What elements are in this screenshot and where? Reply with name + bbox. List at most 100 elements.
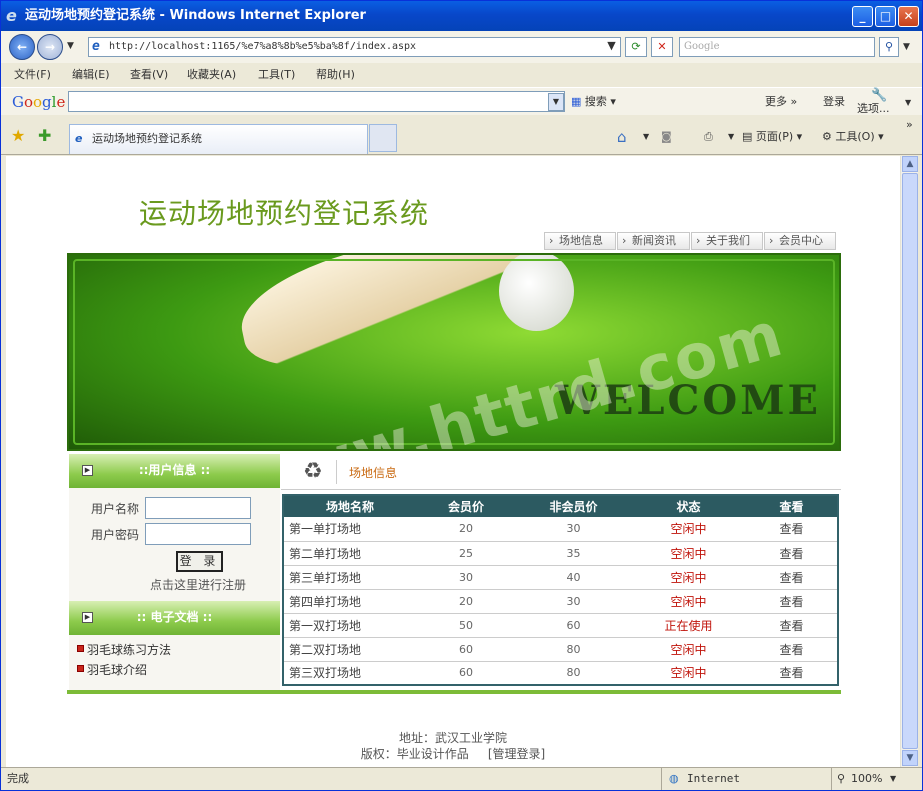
- nav-about[interactable]: 关于我们: [691, 232, 763, 250]
- footer-copyright-line: 版权：毕业设计作品 [管理登录]: [6, 745, 900, 762]
- page-icon: e: [92, 39, 100, 54]
- view-link[interactable]: 查看: [746, 565, 838, 590]
- member-price-cell: 20: [416, 517, 516, 542]
- view-link[interactable]: 查看: [746, 589, 838, 614]
- table-row: 第二双打场地 60 80 空闲中 查看: [283, 637, 838, 662]
- refresh-icon[interactable]: ⟳: [625, 37, 647, 57]
- doc-link-practice[interactable]: 羽毛球练习方法: [77, 641, 171, 658]
- search-icon[interactable]: ⚲: [879, 37, 899, 57]
- page-content: 运动场地预约登记系统 场地信息 新闻资讯 关于我们 会员中心 WELCOME w…: [6, 156, 900, 767]
- back-button[interactable]: ←: [9, 34, 35, 60]
- favorites-star-icon[interactable]: ★: [11, 126, 25, 145]
- google-search-button[interactable]: ▦ 搜索 ▾: [571, 94, 616, 110]
- google-login-button[interactable]: 登录: [823, 94, 845, 110]
- print-dropdown-icon[interactable]: ▼: [728, 129, 734, 145]
- nonmember-price-cell: 80: [516, 661, 631, 686]
- member-price-cell: 50: [416, 613, 516, 638]
- google-logo: Google: [12, 93, 66, 111]
- google-options-button[interactable]: 选项...: [857, 102, 890, 115]
- menu-file[interactable]: 文件(F): [14, 63, 51, 87]
- zoom-icon[interactable]: ⚲: [837, 768, 845, 790]
- nav-member[interactable]: 会员中心: [764, 232, 836, 250]
- address-dropdown-icon[interactable]: ▼: [603, 37, 620, 57]
- close-button[interactable]: ✕: [898, 6, 919, 27]
- register-link[interactable]: 点击这里进行注册: [150, 576, 246, 593]
- table-row: 第三双打场地 60 80 空闲中 查看: [283, 661, 838, 686]
- options-dropdown-icon[interactable]: ▼: [905, 98, 911, 107]
- google-more-button[interactable]: 更多 »: [765, 94, 797, 110]
- tools-menu-label: 工具(O): [835, 130, 875, 143]
- status-bar: 完成 ◍ Internet ⚲ 100% ▼: [1, 767, 922, 790]
- search-input[interactable]: Google: [679, 37, 875, 57]
- stop-icon[interactable]: ✕: [651, 37, 673, 57]
- search-options-icon[interactable]: ▼: [903, 42, 910, 52]
- table-row: 第四单打场地 20 30 空闲中 查看: [283, 589, 838, 614]
- chevron-more-icon[interactable]: »: [906, 117, 913, 133]
- minimize-button[interactable]: _: [852, 6, 873, 27]
- nav-label: 会员中心: [779, 234, 823, 247]
- venue-name-cell: 第二单打场地: [283, 541, 416, 566]
- tab-current[interactable]: e 运动场地预约登记系统: [69, 124, 368, 154]
- nav-label: 关于我们: [706, 234, 750, 247]
- view-link[interactable]: 查看: [746, 541, 838, 566]
- login-button[interactable]: 登 录: [176, 551, 223, 572]
- zoom-dropdown-icon[interactable]: ▼: [890, 768, 896, 790]
- site-title: 运动场地预约登记系统: [139, 197, 430, 230]
- print-icon[interactable]: ⎙: [704, 129, 713, 145]
- view-link[interactable]: 查看: [746, 517, 838, 542]
- vertical-scrollbar[interactable]: ▲ ▼: [900, 156, 918, 767]
- scroll-thumb[interactable]: [902, 173, 918, 749]
- menu-tools[interactable]: 工具(T): [258, 63, 295, 87]
- page-icon-small: ▤: [742, 130, 753, 143]
- venue-panel-header: ♻ 场地信息: [281, 454, 841, 490]
- forward-button[interactable]: →: [37, 34, 63, 60]
- venue-panel: ♻ 场地信息 场地名称 会员价 非会员价 状态 查看 第一单打场地 20 30 空闲中…: [281, 454, 841, 690]
- box-toggle-icon: ▶: [82, 465, 93, 476]
- maximize-button[interactable]: □: [875, 6, 896, 27]
- table-row: 第三单打场地 30 40 空闲中 查看: [283, 565, 838, 590]
- address-bar[interactable]: e http://localhost:1165/%e7%a8%8b%e5%ba%…: [88, 37, 621, 57]
- venue-name-cell: 第一双打场地: [283, 613, 416, 638]
- google-g-icon: ▦: [571, 95, 582, 108]
- menu-edit[interactable]: 编辑(E): [72, 63, 110, 87]
- status-divider: [831, 768, 832, 790]
- scroll-down-button[interactable]: ▼: [902, 750, 918, 766]
- wrench-icon[interactable]: 🔧: [871, 88, 887, 103]
- home-icon[interactable]: ⌂: [617, 129, 627, 145]
- page-menu-label: 页面(P): [755, 130, 794, 143]
- nav-label: 场地信息: [559, 234, 603, 247]
- home-dropdown-icon[interactable]: ▼: [643, 129, 649, 145]
- view-link[interactable]: 查看: [746, 613, 838, 638]
- menu-view[interactable]: 查看(V): [130, 63, 168, 87]
- col-view: 查看: [746, 495, 838, 517]
- zoom-level[interactable]: 100%: [851, 768, 882, 790]
- password-input[interactable]: [145, 523, 251, 545]
- history-dropdown-icon[interactable]: ▼: [67, 41, 74, 51]
- google-search-input[interactable]: [68, 91, 565, 112]
- status-cell: 空闲中: [631, 661, 746, 686]
- tab-title: 运动场地预约登记系统: [92, 132, 202, 145]
- admin-login-link[interactable]: [管理登录]: [488, 747, 545, 761]
- menu-help[interactable]: 帮助(H): [316, 63, 355, 87]
- new-tab-button[interactable]: [369, 124, 397, 152]
- tools-menu-button[interactable]: ⚙ 工具(O) ▾: [822, 129, 884, 145]
- scroll-up-button[interactable]: ▲: [902, 156, 918, 172]
- status-cell: 空闲中: [631, 541, 746, 566]
- menu-favorites[interactable]: 收藏夹(A): [187, 63, 236, 87]
- nav-news[interactable]: 新闻资讯: [617, 232, 690, 250]
- feeds-icon[interactable]: ◙: [661, 129, 672, 145]
- google-toolbar: Google ▼ ▦ 搜索 ▾ 更多 » 登录 🔧 选项... ▼: [1, 87, 922, 115]
- doc-link-intro[interactable]: 羽毛球介绍: [77, 661, 147, 678]
- nonmember-price-cell: 40: [516, 565, 631, 590]
- browser-window: e 运动场地预约登记系统 - Windows Internet Explorer…: [0, 0, 923, 791]
- page-menu-button[interactable]: ▤ 页面(P) ▾: [742, 129, 802, 145]
- nav-venue-info[interactable]: 场地信息: [544, 232, 616, 250]
- view-link[interactable]: 查看: [746, 661, 838, 686]
- col-status: 状态: [631, 495, 746, 517]
- username-input[interactable]: [145, 497, 251, 519]
- view-link[interactable]: 查看: [746, 637, 838, 662]
- member-price-cell: 20: [416, 589, 516, 614]
- status-cell: 空闲中: [631, 517, 746, 542]
- google-dropdown-icon[interactable]: ▼: [548, 93, 564, 111]
- add-favorite-icon[interactable]: ✚: [38, 126, 51, 145]
